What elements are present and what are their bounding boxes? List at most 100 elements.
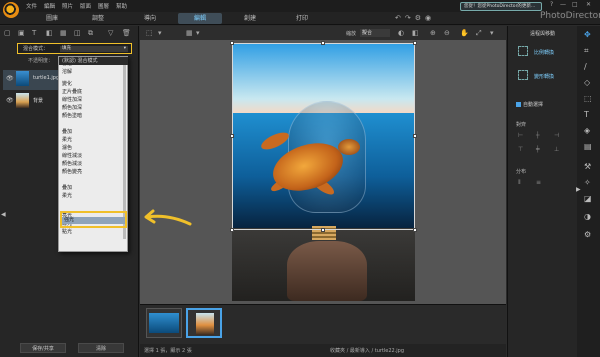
dropdown-option[interactable]: 疊加 [62,129,72,135]
collapse-right-icon[interactable]: ▶ [576,186,581,193]
gradient-tool-icon[interactable]: ▤ [584,142,592,151]
crop-tool-icon[interactable]: ⌗ [584,46,589,56]
maximize-icon[interactable]: □ [572,1,578,8]
chevron-down-icon[interactable]: ▾ [490,29,494,37]
tab-library[interactable]: 圖庫 [34,13,70,24]
eye-icon[interactable]: 👁 [6,75,14,82]
menu-file[interactable]: 文件 [26,2,37,10]
menu-layout[interactable]: 版面 [80,2,91,10]
film-thumbnail[interactable] [146,308,182,338]
menu-help[interactable]: 幫助 [116,2,127,10]
color-tool-icon[interactable]: ◑ [584,212,591,221]
compare-icon[interactable]: ◐ [398,29,404,37]
hand-tool-icon[interactable]: ✋ [460,29,469,37]
film-thumbnail-selected[interactable] [186,308,222,338]
text-tool-icon[interactable]: T [584,110,589,119]
magic-wand-icon[interactable]: ✧ [584,178,591,187]
tab-edit[interactable]: 編輯 [178,13,222,24]
dropdown-option[interactable]: 溶解 [62,69,72,75]
minimize-icon[interactable]: — [560,1,566,8]
text-layer-icon[interactable]: T [32,29,36,37]
group-layer-icon[interactable]: ▦ [60,29,67,37]
clear-button[interactable]: 清除 [78,343,124,353]
image-layer-icon[interactable]: ▣ [18,29,25,37]
dropdown-option[interactable]: 正片疊底 [62,89,82,95]
resize-handle[interactable] [230,41,234,45]
split-icon[interactable]: ◧ [412,29,419,37]
menu-edit[interactable]: 編輯 [44,2,55,10]
adjust-layer-icon[interactable]: ◧ [46,29,53,37]
align-bottom-icon[interactable]: ⊥ [554,146,559,153]
resize-handle[interactable] [230,134,234,138]
dropdown-option[interactable]: 疊加 [62,185,72,191]
distort-transform-icon[interactable] [518,70,528,80]
dropdown-option-hardlight[interactable]: 強光 [62,217,125,224]
dropdown-option[interactable]: 顏色變亮 [62,169,82,175]
menu-photo[interactable]: 照片 [62,2,73,10]
align-middle-icon[interactable]: ╪ [536,146,540,153]
align-left-icon[interactable]: ⊢ [518,132,523,139]
stamp-tool-icon[interactable]: ⚒ [584,162,591,171]
dropdown-option[interactable]: 顏色加深 [62,105,82,111]
zoom-select[interactable]: 擬合 [360,29,390,37]
dropdown-option[interactable]: 柔光 [62,137,72,143]
tab-create[interactable]: 創建 [232,13,268,24]
layer-thumbnail [16,71,29,86]
dropdown-option[interactable]: 顏色塗暗 [62,113,82,119]
resize-handle[interactable] [413,41,417,45]
duplicate-icon[interactable]: ⧉ [88,29,93,38]
shape-tool-icon[interactable]: ◪ [584,194,592,203]
resize-handle[interactable] [230,228,234,232]
dropdown-option[interactable]: 濾色 [62,145,72,151]
resize-handle[interactable] [413,134,417,138]
align-center-icon[interactable]: ┼ [536,132,540,139]
zoom-out-icon[interactable]: ⊖ [444,29,450,37]
mask-icon[interactable]: ◫ [74,29,81,37]
move-tool-icon[interactable]: ✥ [584,30,591,39]
dropdown-option[interactable]: 變化 [62,81,72,87]
resize-handle[interactable] [321,228,325,232]
distribute-horizontal-icon[interactable]: ⫴ [518,179,521,187]
fill-tool-icon[interactable]: ◈ [584,126,590,135]
chevron-down-icon[interactable]: ▾ [158,29,162,37]
filter-icon[interactable]: ▽ [108,29,113,37]
close-icon[interactable]: ✕ [586,1,591,8]
fullscreen-icon[interactable]: ⤢ [476,29,482,38]
scale-transform-option[interactable]: 比例轉換 [534,49,554,56]
selection-bounding-box[interactable] [230,41,417,232]
align-top-icon[interactable]: ⊤ [518,146,523,153]
zoom-in-icon[interactable]: ⊕ [430,29,436,37]
distribute-vertical-icon[interactable]: ≡ [536,179,541,186]
select-tool-icon[interactable]: ⬚ [146,29,153,37]
delete-icon[interactable]: 🗑 [122,29,131,37]
toolbar-icons[interactable]: ↶↷⚙◉ [395,14,435,22]
selection-tool-icon[interactable]: ⬚ [584,94,592,103]
resize-handle[interactable] [413,228,417,232]
new-layer-icon[interactable]: ▢ [4,29,11,37]
chevron-down-icon[interactable]: ▾ [196,29,200,37]
collapse-left-icon[interactable]: ◀ [1,211,6,218]
help-icon[interactable]: ? [550,1,553,8]
grid-icon[interactable]: ▦ [186,29,193,37]
auto-select-checkbox[interactable]: 自動選擇 [516,101,543,108]
resize-handle[interactable] [321,41,325,45]
menu-layer[interactable]: 圖層 [98,2,109,10]
eraser-tool-icon[interactable]: ◇ [584,78,590,87]
dropdown-option[interactable]: 線性加深 [62,97,82,103]
scale-transform-icon[interactable] [518,46,528,56]
blend-mode-select[interactable]: 填充 ▾ [60,45,128,52]
update-notice[interactable]: 您從！您從PhotoDirector的更新... [460,2,542,11]
eye-icon[interactable]: 👁 [6,97,14,104]
align-right-icon[interactable]: ⊣ [554,132,559,139]
dropdown-option[interactable]: 點光 [62,229,72,235]
settings-tool-icon[interactable]: ⚙ [584,230,591,239]
dropdown-option[interactable]: 顏色減淡 [62,161,82,167]
dropdown-option[interactable]: 柔光 [62,193,72,199]
save-share-button[interactable]: 保存/共享 [20,343,66,353]
tab-print[interactable]: 打印 [284,13,320,24]
tab-adjust[interactable]: 調整 [80,13,116,24]
tab-guided[interactable]: 導向 [132,13,168,24]
distort-transform-option[interactable]: 變形轉換 [534,73,554,80]
brush-tool-icon[interactable]: ∕ [584,62,587,71]
dropdown-option[interactable]: 線性減淡 [62,153,82,159]
